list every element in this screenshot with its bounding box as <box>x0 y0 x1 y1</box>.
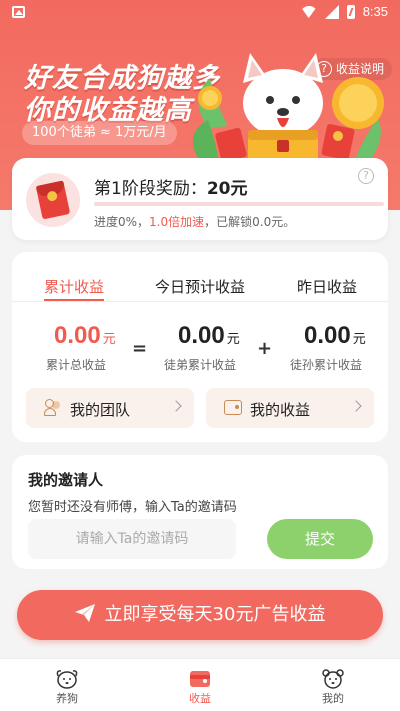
image-notification-icon <box>12 6 25 18</box>
progress-text-suffix: ，已解锁0.0元。 <box>204 215 296 229</box>
stage-reward-amount: 20元 <box>206 179 248 199</box>
my-earnings-label: 我的收益 <box>250 401 311 419</box>
nav-label-me: 我的 <box>322 692 344 705</box>
stage-progress-text: 进度0%，1.0倍加速，已解锁0.0元。 <box>94 213 295 230</box>
grand-disciple-earnings-number: 0.00 <box>304 322 351 349</box>
stage-progress-bar <box>94 202 384 206</box>
tab-today-estimated[interactable]: 今日预计收益 <box>148 276 252 297</box>
chevron-right-icon <box>350 400 362 412</box>
disciple-earnings-number: 0.00 <box>178 322 225 349</box>
chevron-right-icon <box>170 400 182 412</box>
my-team-button[interactable]: 我的团队 <box>26 388 194 428</box>
equals-sign: = <box>132 338 148 359</box>
signal-icon <box>324 4 339 19</box>
progress-speedup: 1.0倍加速 <box>149 215 205 229</box>
grand-disciple-earnings-unit: 元 <box>352 331 366 346</box>
grand-disciple-earnings-value: 0.00 元 <box>304 322 366 350</box>
cta-label: 立即享受每天30元广告收益 <box>104 604 326 625</box>
earnings-card: 累计收益 今日预计收益 昨日收益 0.00 元 累计总收益 = 0.00 元 徒弟累… <box>12 252 388 442</box>
banner-subtitle: 100个徒弟 ≈ 1万元/月 <box>22 121 177 145</box>
tabs-divider <box>12 301 388 302</box>
inviter-description: 您暂时还没有师傅，输入Ta的邀请码 <box>28 500 237 515</box>
tab-cumulative[interactable]: 累计收益 <box>44 276 104 297</box>
stage-reward-title: 第1阶段奖励：20元 <box>94 174 248 199</box>
inviter-card: 我的邀请人 您暂时还没有师傅，输入Ta的邀请码 提交 <box>12 455 388 569</box>
status-time: 8:35 <box>362 4 388 19</box>
nav-item-earnings[interactable]: 收益 <box>160 659 240 711</box>
red-packet-icon <box>26 173 80 227</box>
disciple-earnings-value: 0.00 元 <box>178 322 240 350</box>
my-team-label: 我的团队 <box>70 401 131 419</box>
status-bar: 8:35 <box>0 0 400 24</box>
total-earnings-number: 0.00 <box>54 322 101 349</box>
stage-help-icon[interactable]: ? <box>358 168 374 184</box>
nav-item-dog[interactable]: 养狗 <box>27 659 107 711</box>
battery-charging-icon <box>346 4 355 19</box>
invite-code-input[interactable] <box>28 519 236 559</box>
total-earnings-unit: 元 <box>102 331 116 346</box>
my-earnings-button[interactable]: 我的收益 <box>206 388 374 428</box>
total-earnings-label: 累计总收益 <box>46 358 107 372</box>
wallet-icon <box>190 671 210 687</box>
bear-face-icon <box>322 669 344 689</box>
tab-yesterday[interactable]: 昨日收益 <box>292 276 362 297</box>
stage-title-prefix: 第1阶段奖励： <box>94 179 207 199</box>
submit-invite-code-button[interactable]: 提交 <box>267 519 373 559</box>
nav-label-dog: 养狗 <box>56 692 78 705</box>
ad-earnings-cta-button[interactable]: 立即享受每天30元广告收益 <box>17 590 383 640</box>
bottom-navigation: 养狗 收益 我的 <box>0 658 400 711</box>
disciple-earnings-label: 徒弟累计收益 <box>164 358 237 372</box>
nav-label-earnings: 收益 <box>189 692 211 705</box>
plus-sign: + <box>257 338 273 359</box>
wifi-icon <box>301 6 317 18</box>
paper-plane-icon <box>74 604 95 622</box>
disciple-earnings-unit: 元 <box>226 331 240 346</box>
dog-face-icon <box>56 670 78 689</box>
nav-item-me[interactable]: 我的 <box>293 659 373 711</box>
grand-disciple-earnings-label: 徒孙累计收益 <box>290 358 363 372</box>
wallet-icon <box>224 400 242 415</box>
stage-reward-card: 第1阶段奖励：20元 ? 进度0%，1.0倍加速，已解锁0.0元。 <box>12 158 388 240</box>
team-icon <box>44 399 62 417</box>
progress-text-prefix: 进度0%， <box>94 215 150 229</box>
total-earnings-value: 0.00 元 <box>54 322 116 350</box>
inviter-title: 我的邀请人 <box>28 471 104 489</box>
